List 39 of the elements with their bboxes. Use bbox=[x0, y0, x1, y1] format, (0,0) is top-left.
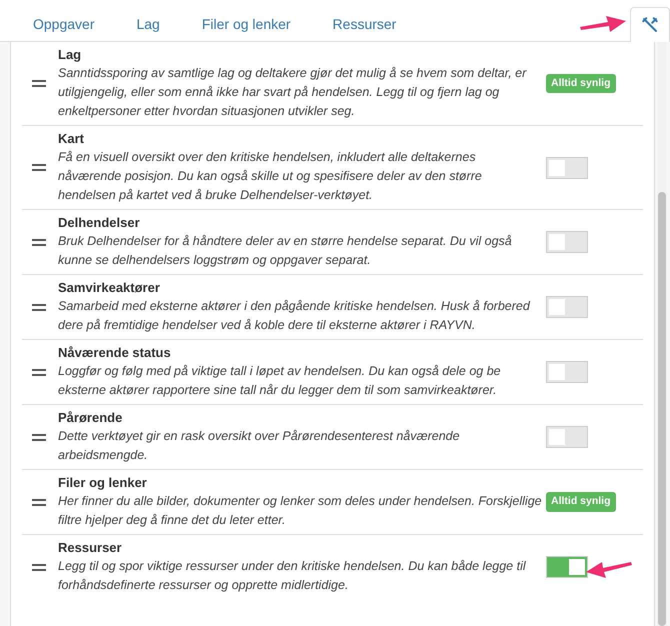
scrollbar[interactable] bbox=[657, 42, 667, 626]
drag-handle-icon[interactable] bbox=[32, 80, 46, 87]
tool-title: Nåværende status bbox=[58, 344, 172, 362]
tool-description: Legg til og spor viktige ressurser under den kritiske hendelsen. Du kan både legge til forhåndsdefinerte ressurser og opprette midlertidige. bbox=[58, 558, 527, 594]
tool-title: Lag bbox=[58, 46, 82, 64]
tool-title: Kart bbox=[58, 130, 86, 148]
toggle-switch[interactable] bbox=[546, 296, 588, 318]
toggle-switch[interactable] bbox=[546, 231, 588, 253]
tools-tab[interactable] bbox=[630, 7, 670, 42]
drag-handle-icon[interactable] bbox=[32, 368, 46, 376]
tool-description: Sanntidssporing av samtlige lag og deltakere gjør det mulig å se hvem som deltar, er utilgjengelig, eller som ennå ikke har svart på hendelsen. Legg til og fjern lag og enkeltpersoner etter hvordan situasjonen utvikler seg. bbox=[58, 65, 528, 120]
tool-description: Bruk Delhendelser for å håndtere deler av en større hendelse separat. Du vil også kunne se delhendelsers loggstrøm og oppgaver separat. bbox=[58, 233, 513, 269]
tool-title: Samvirkeaktører bbox=[58, 279, 161, 297]
tab[interactable]: Ressurser bbox=[312, 7, 418, 41]
tool-description: Her finner du alle bilder, dokumenter og lenker som deles under hendelsen. Forskjellige filtre hjelper deg å finne det du leter etter. bbox=[58, 493, 542, 529]
always-visible-badge: Alltid synlig bbox=[546, 492, 616, 512]
drag-handle-icon[interactable] bbox=[32, 434, 46, 440]
toggle-switch[interactable] bbox=[546, 156, 588, 178]
tool-title: Pårørende bbox=[58, 409, 124, 427]
tool-description: Loggfør og følg med på viktige tall i løpet av hendelsen. Du kan også dele og be eksterne aktører rapportere sine tall når du legger dem til som samvirkeaktører. bbox=[58, 363, 502, 399]
drag-handle-icon[interactable] bbox=[32, 498, 46, 506]
tab[interactable]: Oppgaver bbox=[12, 7, 116, 41]
always-visible-badge: Alltid synlig bbox=[546, 74, 616, 94]
drag-handle-icon[interactable] bbox=[32, 564, 46, 570]
drag-handle-icon[interactable] bbox=[32, 304, 46, 310]
tool-title: Ressurser bbox=[58, 539, 123, 557]
toggle-switch[interactable] bbox=[546, 361, 588, 383]
tool-title: Filer og lenker bbox=[58, 474, 148, 492]
tool-description: Få en visuell oversikt over den kritiske hendelsen, inkludert alle deltakernes nåværende posisjon. Du kan også skille ut og spesifisere deler av den større hendelsen på kartet ved å bruke Delhendelser-verktøyet. bbox=[58, 149, 483, 204]
tab[interactable]: Filer og lenker bbox=[180, 7, 312, 41]
tool-description: Samarbeid med eksterne aktører i den pågående kritiske hendelsen. Husk å forbered dere på fremtidige hendelser ved å koble dere til eksterne aktører i RAYVN. bbox=[58, 298, 532, 334]
toggle-switch[interactable] bbox=[546, 556, 588, 578]
drag-handle-icon[interactable] bbox=[32, 164, 46, 171]
tool-description: Dette verktøyet gir en rask oversikt over Pårørendesenterest nåværende arbeidsmengde. bbox=[58, 428, 461, 464]
tool-title: Delhendelser bbox=[58, 214, 141, 232]
tools-icon bbox=[641, 16, 659, 34]
tab[interactable]: Lag bbox=[115, 7, 181, 41]
toggle-switch[interactable] bbox=[546, 426, 588, 448]
drag-handle-icon[interactable] bbox=[32, 238, 46, 246]
